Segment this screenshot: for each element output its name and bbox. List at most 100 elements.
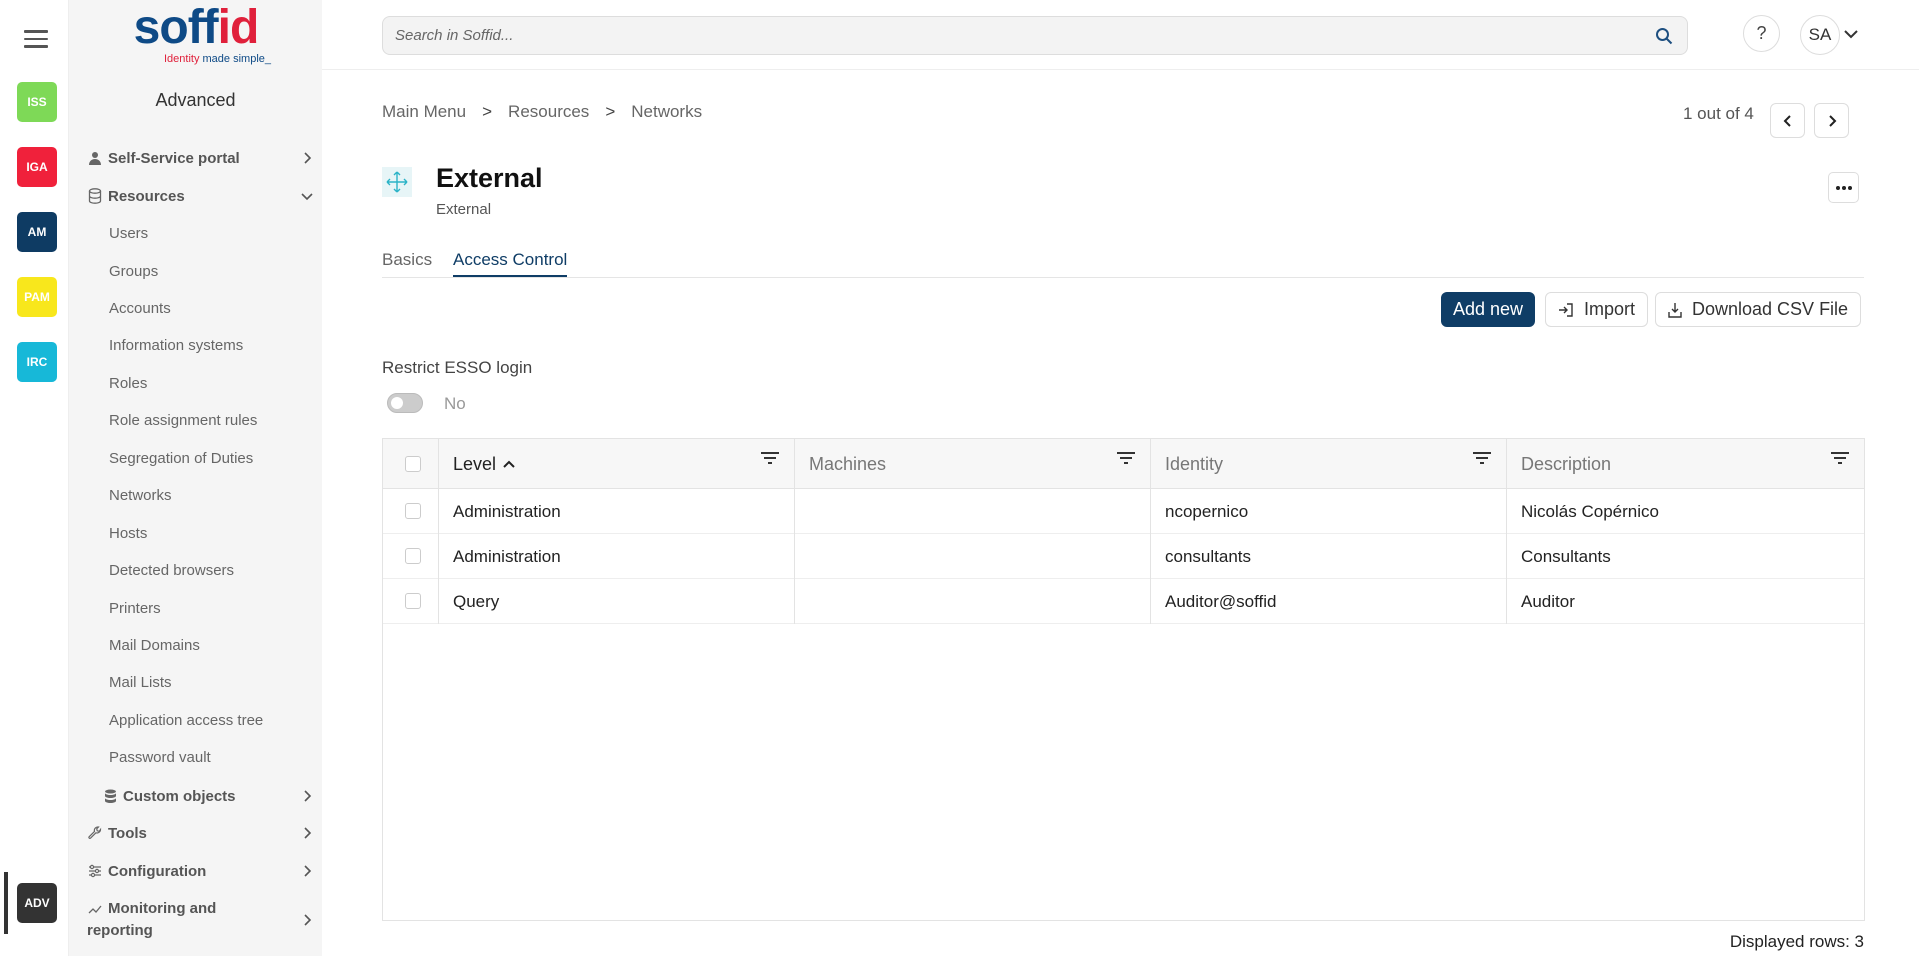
- column-header-level[interactable]: Level: [438, 439, 794, 489]
- chevron-right-icon: [304, 865, 312, 877]
- tab-bar: Basics Access Control: [382, 248, 1864, 278]
- sidebar-item-mail-domains[interactable]: Mail Domains: [69, 636, 322, 654]
- sidebar-item-tools[interactable]: Tools: [69, 823, 322, 843]
- filter-icon[interactable]: [1830, 451, 1850, 467]
- breadcrumb-resources[interactable]: Resources: [508, 102, 589, 122]
- chevron-down-icon: [301, 193, 313, 201]
- sidebar-item-hosts[interactable]: Hosts: [69, 524, 322, 542]
- sidebar-item-resources[interactable]: Resources: [69, 186, 322, 206]
- more-options-button[interactable]: [1828, 172, 1859, 203]
- sidebar-item-self-service[interactable]: Self-Service portal: [69, 148, 322, 168]
- sidebar-item-segregation-of-duties[interactable]: Segregation of Duties: [69, 449, 322, 467]
- user-icon: [87, 150, 103, 166]
- column-header-machines[interactable]: Machines: [794, 439, 1150, 489]
- tab-basics[interactable]: Basics: [382, 250, 432, 275]
- sidebar-item-custom-objects[interactable]: Custom objects: [69, 786, 322, 806]
- soffid-logo[interactable]: soffid Identity made simple_: [121, 4, 271, 70]
- database-icon: [87, 188, 103, 204]
- filter-icon[interactable]: [1472, 451, 1492, 467]
- chevron-right-icon: [304, 914, 312, 926]
- rail-iga-button[interactable]: IGA: [17, 147, 57, 187]
- sidebar-item-mail-lists[interactable]: Mail Lists: [69, 673, 322, 691]
- cell-description: Auditor: [1506, 579, 1864, 624]
- sidebar-item-detected-browsers[interactable]: Detected browsers: [69, 561, 322, 579]
- cell-identity: ncopernico: [1150, 489, 1506, 534]
- next-record-button[interactable]: [1814, 103, 1849, 138]
- wrench-icon: [87, 825, 103, 841]
- sidebar-item-monitoring[interactable]: Monitoring and reporting: [69, 898, 322, 942]
- chevron-right-icon: [1828, 114, 1836, 127]
- tab-access-control[interactable]: Access Control: [453, 250, 568, 277]
- search-box: [382, 16, 1688, 55]
- cell-description: Nicolás Copérnico: [1506, 489, 1864, 534]
- breadcrumb-networks[interactable]: Networks: [631, 102, 702, 122]
- sidebar-item-roles[interactable]: Roles: [69, 374, 322, 392]
- sidebar-item-networks[interactable]: Networks: [69, 486, 322, 504]
- previous-record-button[interactable]: [1770, 103, 1805, 138]
- record-pager-text: 1 out of 4: [1683, 104, 1754, 123]
- rail-am-button[interactable]: AM: [17, 212, 57, 252]
- table-header: Level Machines Identity Description: [383, 439, 1864, 489]
- rail-iss-button[interactable]: ISS: [17, 82, 57, 122]
- cell-level: Administration: [438, 534, 794, 579]
- rail-irc-button[interactable]: IRC: [17, 342, 57, 382]
- cell-level: Administration: [438, 489, 794, 534]
- filter-icon[interactable]: [760, 451, 780, 467]
- download-csv-button[interactable]: Download CSV File: [1655, 292, 1862, 327]
- column-header-identity[interactable]: Identity: [1150, 439, 1506, 489]
- restrict-esso-toggle[interactable]: [387, 393, 423, 413]
- cell-description: Consultants: [1506, 534, 1864, 579]
- displayed-rows-count: Displayed rows: 3: [1729, 932, 1864, 951]
- cell-identity: consultants: [1150, 534, 1506, 579]
- breadcrumb: Main Menu > Resources > Networks: [382, 102, 702, 122]
- sidebar-item-application-access-tree[interactable]: Application access tree: [69, 711, 322, 729]
- sidebar-item-users[interactable]: Users: [69, 224, 322, 242]
- sidebar-item-role-assignment-rules[interactable]: Role assignment rules: [69, 411, 322, 429]
- page-subtitle: External: [436, 201, 492, 218]
- user-avatar[interactable]: SA: [1800, 15, 1840, 55]
- cell-machines: [794, 534, 1150, 579]
- search-icon[interactable]: [1655, 27, 1673, 45]
- cell-machines: [794, 489, 1150, 534]
- chevron-right-icon: [304, 827, 312, 839]
- sidebar-item-configuration[interactable]: Configuration: [69, 861, 322, 881]
- download-icon: [1668, 302, 1682, 318]
- column-header-description[interactable]: Description: [1506, 439, 1864, 489]
- table-row[interactable]: Query Auditor@soffid Auditor: [383, 579, 1864, 624]
- row-checkbox[interactable]: [405, 503, 421, 519]
- add-new-button[interactable]: Add new: [1441, 292, 1536, 327]
- row-checkbox[interactable]: [405, 548, 421, 564]
- search-input[interactable]: [383, 17, 1623, 54]
- row-checkbox[interactable]: [405, 593, 421, 609]
- active-indicator: [4, 872, 8, 934]
- chevron-down-icon[interactable]: [1843, 28, 1859, 40]
- import-icon: [1559, 302, 1573, 317]
- trend-line-icon: [87, 901, 103, 917]
- access-control-table: Level Machines Identity Description Admi…: [382, 438, 1865, 921]
- cell-identity: Auditor@soffid: [1150, 579, 1506, 624]
- breadcrumb-separator: >: [605, 102, 616, 121]
- cell-machines: [794, 579, 1150, 624]
- sidebar-item-groups[interactable]: Groups: [69, 262, 322, 280]
- sliders-icon: [87, 863, 103, 879]
- table-row[interactable]: Administration ncopernico Nicolás Copérn…: [383, 489, 1864, 534]
- import-button[interactable]: Import: [1545, 292, 1649, 327]
- rail-adv-button[interactable]: ADV: [17, 883, 57, 923]
- page-title: External: [436, 163, 543, 193]
- rail-pam-button[interactable]: PAM: [17, 277, 57, 317]
- menu-icon[interactable]: [24, 30, 48, 50]
- ellipsis-icon: [1835, 185, 1852, 190]
- breadcrumb-main-menu[interactable]: Main Menu: [382, 102, 466, 122]
- help-button[interactable]: ?: [1743, 15, 1780, 52]
- sidebar-item-accounts[interactable]: Accounts: [69, 299, 322, 317]
- chevron-right-icon: [304, 790, 312, 802]
- sidebar-item-information-systems[interactable]: Information systems: [69, 336, 322, 354]
- app-rail: ISS IGA AM PAM IRC ADV: [0, 0, 69, 956]
- filter-icon[interactable]: [1116, 451, 1136, 467]
- select-all-checkbox[interactable]: [405, 456, 421, 472]
- sidebar-item-password-vault[interactable]: Password vault: [69, 748, 322, 766]
- chevron-right-icon: [304, 152, 312, 164]
- table-row[interactable]: Administration consultants Consultants: [383, 534, 1864, 579]
- sidebar-item-printers[interactable]: Printers: [69, 599, 322, 617]
- sidebar-title: Advanced: [155, 90, 236, 110]
